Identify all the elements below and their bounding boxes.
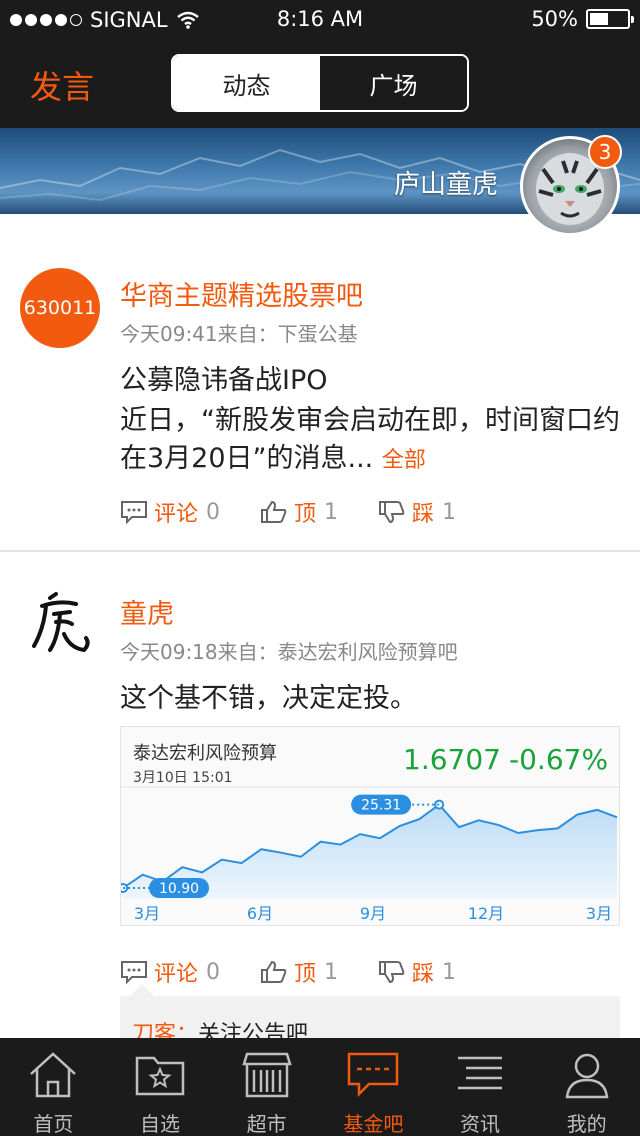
- battery-percent: 50%: [531, 7, 578, 31]
- feed-post: 童虎 今天09:18来自：泰达宏利风险预算吧 这个基不错，决定定投。 泰达宏利风…: [0, 554, 640, 1056]
- tab-news[interactable]: 资讯: [427, 1038, 534, 1136]
- post-button[interactable]: 发言: [30, 62, 94, 108]
- starred-folder-icon: [135, 1056, 185, 1096]
- fund-avatar[interactable]: 630011: [20, 268, 100, 348]
- downvote-label: 踩: [412, 962, 435, 987]
- tab-profile[interactable]: 我的: [533, 1038, 640, 1136]
- chart-max-label: 25.31: [361, 798, 401, 814]
- post-headline[interactable]: 公募隐讳备战IPO: [120, 358, 328, 397]
- comment-count: 0: [206, 499, 221, 525]
- comment-icon: [121, 501, 147, 524]
- post-author[interactable]: 童虎: [120, 592, 174, 631]
- tab-label: 基金吧: [343, 1112, 404, 1136]
- home-icon: [30, 1052, 77, 1098]
- feed-post: 630011 华商主题精选股票吧 今天09:41来自：下蛋公基 公募隐讳备战IP…: [0, 214, 640, 552]
- tab-label: 首页: [33, 1112, 74, 1136]
- calligraphy-tiger-avatar-icon[interactable]: [20, 584, 100, 664]
- x-tick-label: 3月: [586, 904, 612, 923]
- comment-button[interactable]: 评论 0: [120, 496, 220, 528]
- user-icon: [565, 1053, 609, 1099]
- comment-label: 评论: [154, 502, 199, 527]
- post-author[interactable]: 华商主题精选股票吧: [120, 274, 363, 313]
- post-meta: 今天09:41来自：下蛋公基: [120, 322, 358, 346]
- upvote-count: 1: [324, 959, 339, 985]
- store-icon: [241, 1052, 292, 1098]
- comment-label: 评论: [154, 962, 199, 987]
- tab-fund-forum[interactable]: 基金吧: [320, 1038, 427, 1136]
- comment-count: 0: [206, 959, 221, 985]
- profile-username[interactable]: 庐山童虎: [394, 164, 498, 201]
- post-body[interactable]: 这个基不错，决定定投。: [120, 676, 417, 715]
- battery-icon: [586, 9, 634, 29]
- thumbs-down-icon: [379, 961, 405, 984]
- segmented-control: 动态 广场: [171, 54, 469, 112]
- post-actions: 评论 0 顶 1 踩 1: [120, 956, 496, 988]
- downvote-count: 1: [442, 959, 457, 985]
- thumbs-up-icon: [261, 500, 287, 523]
- chat-bubble-icon: [348, 1052, 399, 1098]
- downvote-button[interactable]: 踩 1: [378, 496, 456, 528]
- tab-label: 资讯: [460, 1112, 501, 1136]
- post-actions: 评论 0 顶 1 踩 1: [120, 496, 496, 528]
- post-body-text: 近日，“新股发审会启动在即，时间窗口约在3月20日”的消息...: [120, 405, 620, 474]
- tab-label: 我的: [566, 1112, 607, 1136]
- segment-square[interactable]: 广场: [320, 56, 467, 110]
- chart-min-label: 10.90: [159, 881, 199, 897]
- top-nav-bar: 发言 动态 广场: [0, 40, 640, 128]
- thumbs-down-icon: [379, 501, 405, 524]
- post-body[interactable]: 近日，“新股发审会启动在即，时间窗口约在3月20日”的消息... 全部: [120, 402, 620, 480]
- upvote-label: 顶: [294, 502, 317, 527]
- news-list-icon: [458, 1056, 503, 1090]
- downvote-label: 踩: [412, 502, 435, 527]
- fund-nav-chart: 10.90 25.31 3月 6月 9月 12月 3月: [121, 786, 619, 923]
- upvote-button[interactable]: 顶 1: [260, 956, 338, 988]
- x-tick-label: 9月: [360, 904, 386, 923]
- x-tick-label: 12月: [468, 904, 504, 923]
- tab-label: 自选: [140, 1112, 180, 1136]
- tab-market[interactable]: 超市: [213, 1038, 320, 1136]
- x-tick-label: 6月: [247, 904, 273, 923]
- fund-chart-card[interactable]: 泰达宏利风险预算 3月10日 15:01 1.6707 -0.67% 10.90…: [120, 726, 620, 926]
- notification-badge: 3: [588, 135, 622, 169]
- x-tick-label: 3月: [134, 904, 160, 923]
- upvote-label: 顶: [294, 962, 317, 987]
- tab-home[interactable]: 首页: [0, 1038, 107, 1136]
- status-bar: SIGNAL 8:16 AM 50%: [0, 0, 640, 40]
- downvote-button[interactable]: 踩 1: [378, 956, 456, 988]
- upvote-button[interactable]: 顶 1: [260, 496, 338, 528]
- thumbs-up-icon: [261, 960, 287, 983]
- segment-feed[interactable]: 动态: [173, 56, 320, 110]
- upvote-count: 1: [324, 499, 339, 525]
- tab-label: 超市: [246, 1112, 287, 1136]
- show-all-link[interactable]: 全部: [382, 448, 426, 473]
- bottom-tab-bar: 首页 自选 超市 基金吧 资讯 我的: [0, 1038, 640, 1136]
- post-meta: 今天09:18来自：泰达宏利风险预算吧: [120, 640, 458, 664]
- downvote-count: 1: [442, 499, 457, 525]
- tab-watchlist[interactable]: 自选: [107, 1038, 214, 1136]
- comment-icon: [121, 961, 147, 984]
